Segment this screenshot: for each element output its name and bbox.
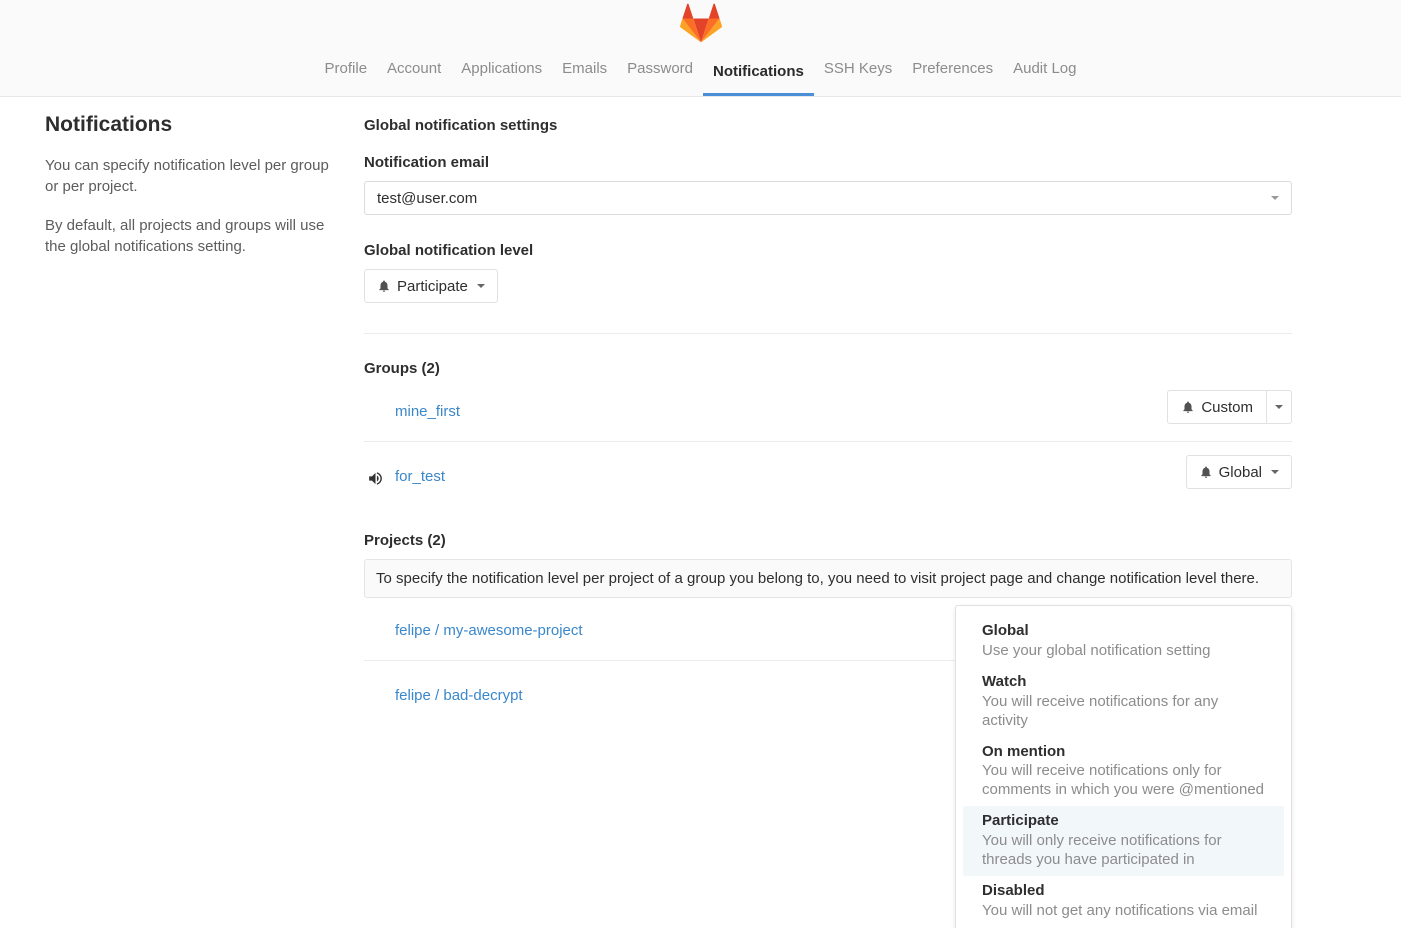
notifications-sidebar: Notifications You can specify notificati… [45,109,345,725]
group-level-split-button: Custom [1167,390,1292,424]
projects-note: To specify the notification level per pr… [364,559,1292,598]
notification-email-value: test@user.com [377,190,477,207]
group-level-button[interactable]: Global [1186,455,1292,489]
dropdown-item-description: You will receive notifications only for … [982,761,1265,799]
dropdown-item-participate[interactable]: Participate You will only receive notifi… [963,806,1284,876]
notifications-main: Global notification settings Notificatio… [364,109,1292,725]
tab-preferences[interactable]: Preferences [902,50,1003,96]
notification-level-dropdown: Global Use your global notification sett… [955,605,1292,928]
dropdown-item-on-mention[interactable]: On mention You will receive notification… [963,737,1284,807]
bell-icon [377,279,391,293]
tab-ssh-keys[interactable]: SSH Keys [814,50,902,96]
group-link-mine-first[interactable]: mine_first [395,403,460,420]
tab-audit-log[interactable]: Audit Log [1003,50,1086,96]
sidebar-description-1: You can specify notification level per g… [45,155,345,198]
chevron-down-icon [1271,196,1279,200]
group-level-value: Global [1219,464,1262,481]
page-title: Notifications [45,113,345,137]
settings-nav-tabs: Profile Account Applications Emails Pass… [315,44,1087,96]
tab-applications[interactable]: Applications [451,50,552,96]
dropdown-item-title: On mention [982,743,1265,762]
global-level-button[interactable]: Participate [364,269,498,303]
tab-password[interactable]: Password [617,50,703,96]
dropdown-item-disabled[interactable]: Disabled You will not get any notificati… [963,876,1284,927]
dropdown-item-description: You will only receive notifications for … [982,831,1265,869]
tab-account[interactable]: Account [377,50,451,96]
notification-email-select[interactable]: test@user.com [364,181,1292,215]
gitlab-logo [680,0,722,44]
group-level-button[interactable]: Custom [1168,391,1266,423]
dropdown-item-description: Use your global notification setting [982,641,1265,660]
sidebar-description-2: By default, all projects and groups will… [45,215,345,258]
tab-profile[interactable]: Profile [315,50,378,96]
dropdown-item-watch[interactable]: Watch You will receive notifications for… [963,667,1284,737]
tab-notifications[interactable]: Notifications [703,53,814,96]
profile-settings-header: Profile Account Applications Emails Pass… [0,0,1401,97]
groups-title: Groups (2) [364,360,1292,377]
chevron-down-icon [1275,405,1283,409]
dropdown-item-description: You will receive notifications for any a… [982,692,1265,730]
group-level-value: Custom [1201,399,1253,416]
section-divider [364,333,1292,334]
volume-up-icon [367,470,384,487]
tab-emails[interactable]: Emails [552,50,617,96]
dropdown-item-title: Participate [982,812,1265,831]
dropdown-item-title: Global [982,622,1265,641]
group-level-caret-button[interactable] [1266,391,1291,423]
page-body: Notifications You can specify notificati… [0,97,1401,725]
notification-email-label: Notification email [364,154,1292,171]
dropdown-item-global[interactable]: Global Use your global notification sett… [963,616,1284,667]
dropdown-item-title: Watch [982,673,1265,692]
global-level-value: Participate [397,278,468,295]
bell-icon [1199,465,1213,479]
global-settings-title: Global notification settings [364,117,1292,134]
group-link-for-test[interactable]: for_test [395,468,445,485]
global-level-label: Global notification level [364,242,1292,259]
group-row: for_test Global [364,442,1292,506]
bell-icon [1181,400,1195,414]
chevron-down-icon [477,284,485,288]
dropdown-item-title: Disabled [982,882,1265,901]
group-row: mine_first Custom [364,377,1292,442]
chevron-down-icon [1271,470,1279,474]
projects-title: Projects (2) [364,532,1292,549]
dropdown-item-description: You will not get any notifications via e… [982,901,1265,920]
project-link-my-awesome-project[interactable]: felipe / my-awesome-project [395,622,583,639]
gitlab-tanuki-icon [680,3,722,43]
project-link-bad-decrypt[interactable]: felipe / bad-decrypt [395,687,523,704]
